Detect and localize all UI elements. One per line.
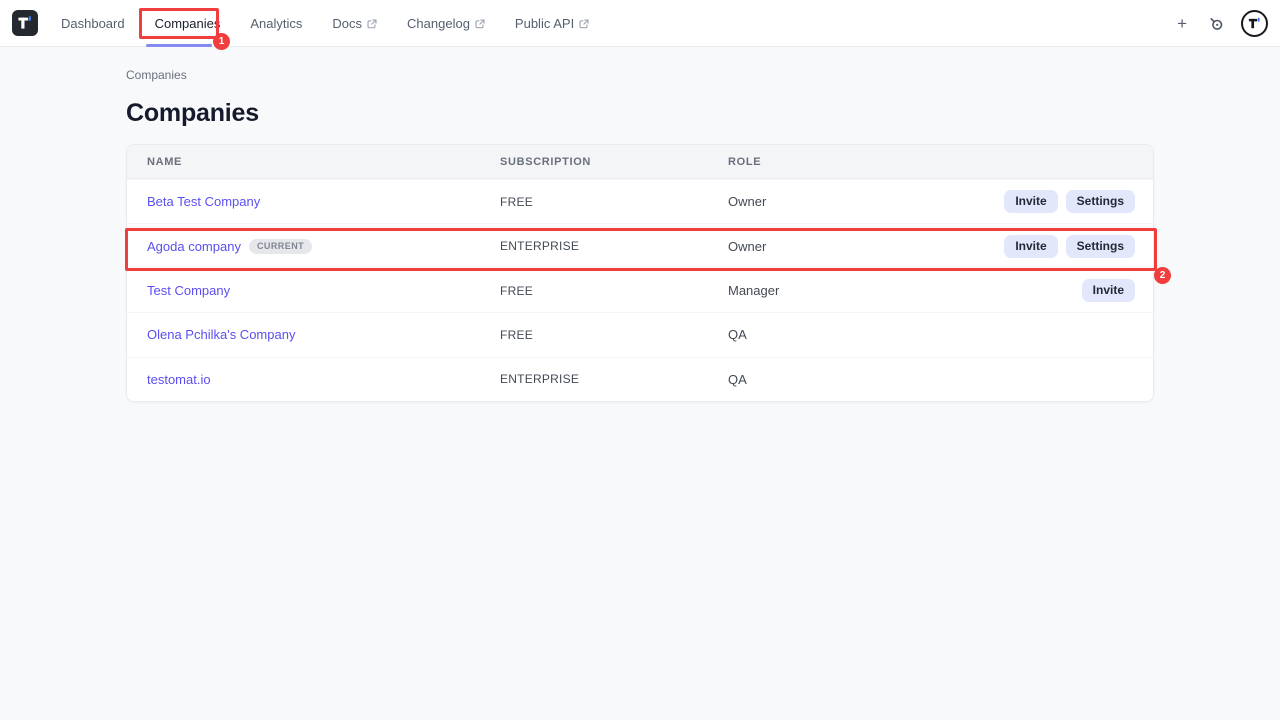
subscription-value: ENTERPRISE (500, 372, 728, 386)
search-icon[interactable] (1207, 15, 1225, 33)
page-title: Companies (126, 99, 259, 128)
active-tab-underline (146, 44, 212, 47)
invite-button[interactable]: Invite (1004, 235, 1057, 258)
settings-button[interactable]: Settings (1066, 190, 1135, 213)
nav-docs-label: Docs (332, 0, 362, 47)
table-row: Test Company FREE Manager Invite (127, 268, 1153, 312)
subscription-value: FREE (500, 328, 728, 342)
company-link[interactable]: testomat.io (147, 372, 211, 387)
role-value: Owner (728, 194, 1004, 209)
settings-button[interactable]: Settings (1066, 235, 1135, 258)
annotation-step-badge: 2 (1154, 267, 1171, 284)
role-value: QA (728, 372, 1135, 387)
nav-public-api[interactable]: Public API (515, 0, 589, 47)
current-badge: CURRENT (249, 239, 312, 254)
table-row: Beta Test Company FREE Owner Invite Sett… (127, 179, 1153, 223)
invite-button[interactable]: Invite (1082, 279, 1135, 302)
nav-companies[interactable]: Companies (155, 0, 221, 47)
user-avatar[interactable] (1241, 10, 1268, 37)
breadcrumb[interactable]: Companies (126, 68, 187, 82)
subscription-value: FREE (500, 195, 728, 209)
table-row: testomat.io ENTERPRISE QA (127, 357, 1153, 401)
nav-docs[interactable]: Docs (332, 0, 377, 47)
avatar-logo-icon (1246, 15, 1263, 32)
add-button[interactable]: + (1173, 13, 1191, 34)
column-header-name: NAME (147, 156, 500, 168)
role-value: QA (728, 327, 1135, 342)
external-link-icon (475, 19, 485, 29)
testomat-logo-icon (15, 13, 35, 33)
nav-analytics[interactable]: Analytics (250, 0, 302, 47)
external-link-icon (367, 19, 377, 29)
table-row-current: Agoda company CURRENT ENTERPRISE Owner I… (127, 223, 1153, 267)
nav-public-api-label: Public API (515, 0, 574, 47)
nav-changelog-label: Changelog (407, 0, 470, 47)
table-header-row: NAME SUBSCRIPTION ROLE (127, 145, 1153, 179)
table-row: Olena Pchilka's Company FREE QA (127, 312, 1153, 356)
companies-table: NAME SUBSCRIPTION ROLE Beta Test Company… (126, 144, 1154, 402)
role-value: Manager (728, 283, 1082, 298)
invite-button[interactable]: Invite (1004, 190, 1057, 213)
company-link[interactable]: Test Company (147, 283, 230, 298)
company-link[interactable]: Olena Pchilka's Company (147, 327, 295, 342)
column-header-subscription: SUBSCRIPTION (500, 156, 728, 168)
subscription-value: ENTERPRISE (500, 239, 728, 253)
nav-changelog[interactable]: Changelog (407, 0, 485, 47)
topbar-actions: + (1173, 0, 1268, 47)
company-link[interactable]: Agoda company (147, 239, 241, 254)
primary-nav: Dashboard Companies Analytics Docs Chang… (61, 0, 589, 47)
company-link[interactable]: Beta Test Company (147, 194, 260, 209)
top-navigation-bar: Dashboard Companies Analytics Docs Chang… (0, 0, 1280, 47)
external-link-icon (579, 19, 589, 29)
column-header-role: ROLE (728, 156, 1135, 168)
role-value: Owner (728, 239, 1004, 254)
app-logo[interactable] (12, 10, 38, 36)
nav-dashboard[interactable]: Dashboard (61, 0, 125, 47)
subscription-value: FREE (500, 284, 728, 298)
